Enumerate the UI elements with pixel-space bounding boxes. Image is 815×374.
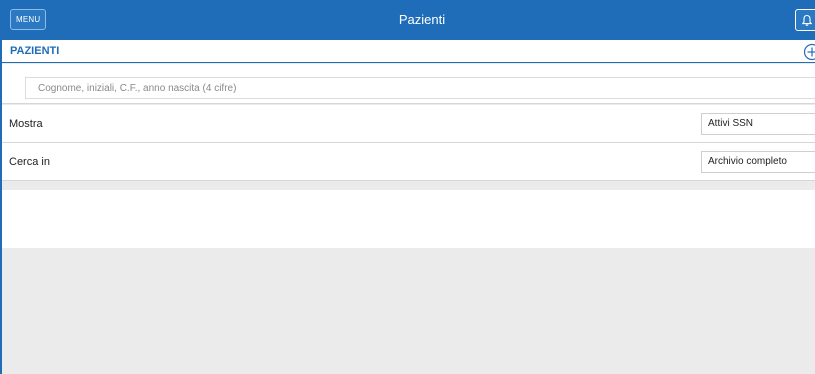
divider-strip [2, 182, 815, 190]
mostra-select[interactable]: Attivi SSN [701, 113, 815, 135]
mostra-label: Mostra [9, 118, 43, 130]
cerca-in-label: Cerca in [9, 156, 50, 168]
section-title: PAZIENTI [10, 45, 60, 57]
filter-row-cerca-in: Cerca in Archivio completo [2, 143, 815, 181]
search-area [2, 64, 815, 104]
section-header: PAZIENTI [2, 40, 815, 63]
plus-circle-icon[interactable] [803, 43, 815, 61]
notifications-button[interactable] [795, 9, 815, 31]
bell-icon [801, 14, 813, 26]
app-window: MENU Pazienti PAZIENTI Mostra Attivi SSN… [0, 0, 815, 374]
filter-row-mostra: Mostra Attivi SSN [2, 105, 815, 143]
search-input[interactable] [25, 77, 815, 99]
top-bar: MENU Pazienti [2, 0, 815, 40]
cerca-in-select[interactable]: Archivio completo [701, 151, 815, 173]
menu-button[interactable]: MENU [10, 9, 47, 30]
empty-content-area [2, 248, 815, 374]
results-panel [2, 190, 815, 248]
page-title: Pazienti [398, 12, 446, 27]
